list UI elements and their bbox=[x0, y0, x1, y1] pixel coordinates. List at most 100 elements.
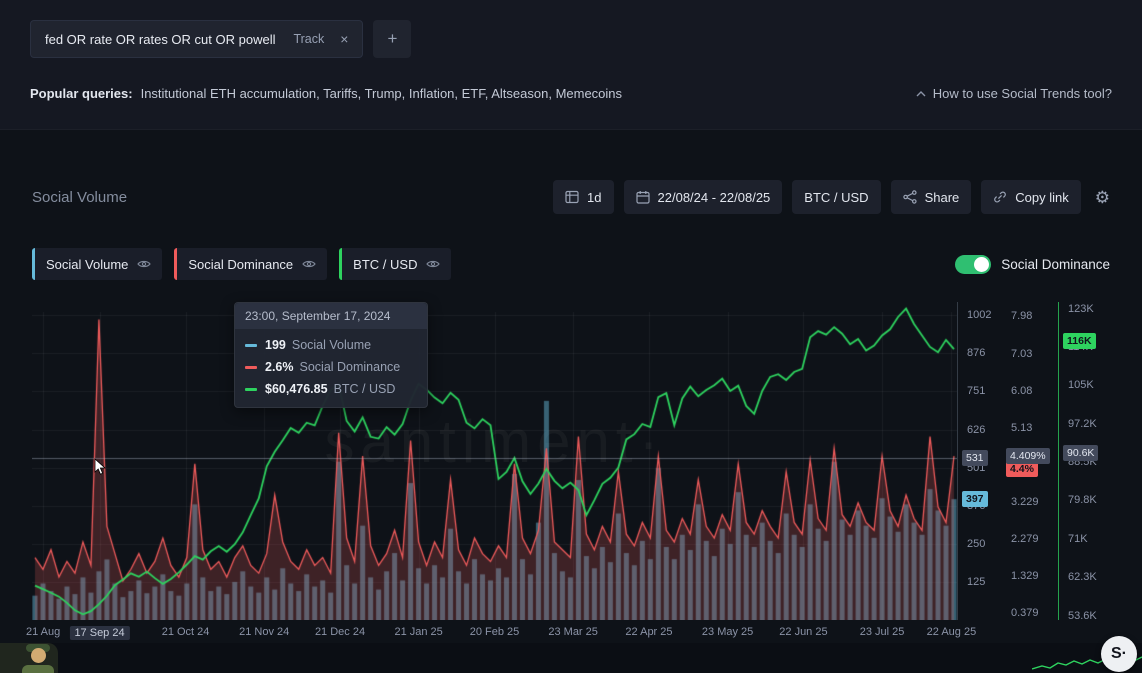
chart-controls: 1d 22/08/24 - 22/08/25 BTC / USD Share C… bbox=[553, 180, 1110, 214]
toggle-label: Social Dominance bbox=[1001, 257, 1110, 272]
share-button[interactable]: Share bbox=[891, 180, 972, 214]
tooltip-label: BTC / USD bbox=[334, 382, 396, 396]
x-axis: 21 Aug17 Sep 2421 Oct 2421 Nov 2421 Dec … bbox=[32, 620, 957, 642]
latest-value-volume: 397 bbox=[962, 491, 988, 507]
add-query-button[interactable]: + bbox=[373, 20, 411, 58]
eye-icon[interactable] bbox=[302, 259, 316, 269]
axis-tick: 5.13 bbox=[1011, 422, 1032, 434]
y-axis-social-dominance: 4.409% 4.4% 0.3791.3292.2793.2295.136.08… bbox=[1002, 302, 1058, 620]
legend-label: Social Dominance bbox=[188, 257, 293, 272]
help-link[interactable]: How to use Social Trends tool? bbox=[916, 86, 1112, 101]
series-dash-btc-usd bbox=[245, 388, 257, 391]
axis-tick: 71K bbox=[1068, 533, 1088, 545]
legend-chip-social-dominance[interactable]: Social Dominance bbox=[174, 248, 327, 280]
x-axis-label: 21 Nov 24 bbox=[239, 626, 289, 638]
series-dash-social-volume bbox=[245, 344, 257, 347]
y-axis-btc-usd: 90.6K 116K 53.6K62.3K71K79.8K88.5K97.2K1… bbox=[1058, 302, 1110, 620]
share-icon bbox=[903, 190, 917, 204]
top-bar: fed OR rate OR rates OR cut OR powell Tr… bbox=[0, 0, 1142, 130]
avatar-head bbox=[31, 648, 46, 663]
tooltip-body: 199 Social Volume 2.6% Social Dominance … bbox=[235, 329, 427, 407]
link-icon bbox=[993, 190, 1007, 204]
x-axis-label-highlighted: 17 Sep 24 bbox=[69, 626, 129, 640]
x-axis-label: 23 May 25 bbox=[702, 626, 753, 638]
tooltip-value: 2.6% bbox=[265, 360, 294, 374]
axis-tick: 7.03 bbox=[1011, 348, 1032, 360]
date-range-selector[interactable]: 22/08/24 - 22/08/25 bbox=[624, 180, 783, 214]
tooltip-value: $60,476.85 bbox=[265, 382, 328, 396]
latest-value-btc: 116K bbox=[1063, 333, 1096, 349]
legend-label: Social Volume bbox=[46, 257, 128, 272]
social-dominance-toggle-wrap: Social Dominance bbox=[955, 255, 1110, 274]
pair-value: BTC / USD bbox=[804, 190, 868, 205]
interval-icon bbox=[565, 190, 579, 204]
page: fed OR rate OR rates OR cut OR powell Tr… bbox=[0, 0, 1142, 673]
legend-label: BTC / USD bbox=[353, 257, 417, 272]
toggle-knob bbox=[974, 257, 989, 272]
share-label: Share bbox=[925, 190, 960, 205]
axis-tick: 53.6K bbox=[1068, 610, 1097, 622]
x-axis-label: 21 Oct 24 bbox=[162, 626, 210, 638]
pair-selector[interactable]: BTC / USD bbox=[792, 180, 880, 214]
calendar-icon bbox=[636, 190, 650, 204]
footer-strip bbox=[0, 643, 1142, 673]
interval-value: 1d bbox=[587, 190, 601, 205]
social-dominance-toggle[interactable] bbox=[955, 255, 991, 274]
axis-tick: 3.229 bbox=[1011, 496, 1039, 508]
axis-tick: 125 bbox=[967, 576, 985, 588]
axis-tick: 7.98 bbox=[1011, 310, 1032, 322]
crosshair-value-dominance: 4.409% bbox=[1006, 448, 1050, 464]
panel-title: Social Volume bbox=[32, 189, 127, 206]
avatar-body bbox=[22, 665, 54, 673]
chart-area: santiment· 23:00, September 17, 2024 199… bbox=[32, 302, 1110, 620]
panel-header: Social Volume 1d 22/08/24 - 22/08/25 BTC… bbox=[32, 180, 1110, 214]
chart-tooltip: 23:00, September 17, 2024 199 Social Vol… bbox=[234, 302, 428, 408]
tooltip-row: 2.6% Social Dominance bbox=[235, 356, 427, 378]
legend-chip-btc-usd[interactable]: BTC / USD bbox=[339, 248, 451, 280]
axis-tick: 876 bbox=[967, 347, 985, 359]
eye-icon[interactable] bbox=[137, 259, 151, 269]
plot-area: santiment· 23:00, September 17, 2024 199… bbox=[32, 302, 957, 620]
chevron-up-icon bbox=[916, 91, 926, 97]
interval-selector[interactable]: 1d bbox=[553, 180, 613, 214]
track-button[interactable]: Track bbox=[293, 32, 324, 46]
crosshair-value-volume: 531 bbox=[962, 450, 988, 466]
axis-tick: 105K bbox=[1068, 379, 1094, 391]
tooltip-label: Social Volume bbox=[292, 338, 371, 352]
axis-tick: 62.3K bbox=[1068, 571, 1097, 583]
copy-link-button[interactable]: Copy link bbox=[981, 180, 1080, 214]
legend-chip-social-volume[interactable]: Social Volume bbox=[32, 248, 162, 280]
x-axis-label: 21 Jan 25 bbox=[394, 626, 442, 638]
x-axis-label: 21 Aug bbox=[26, 626, 60, 638]
query-text: fed OR rate OR rates OR cut OR powell bbox=[45, 32, 275, 47]
popular-queries-row: Popular queries: Institutional ETH accum… bbox=[30, 86, 1112, 101]
chart-canvas[interactable] bbox=[32, 302, 957, 620]
axis-tick: 6.08 bbox=[1011, 385, 1032, 397]
gear-icon[interactable]: ⚙ bbox=[1095, 189, 1110, 206]
x-axis-label: 23 Jul 25 bbox=[860, 626, 905, 638]
axis-tick: 626 bbox=[967, 424, 985, 436]
axis-tick: 97.2K bbox=[1068, 418, 1097, 430]
crosshair-value-btc: 90.6K bbox=[1063, 445, 1098, 461]
tooltip-value: 199 bbox=[265, 338, 286, 352]
popular-queries-label: Popular queries: bbox=[30, 86, 133, 101]
help-link-label: How to use Social Trends tool? bbox=[933, 86, 1112, 101]
x-axis-label: 21 Dec 24 bbox=[315, 626, 365, 638]
eye-icon[interactable] bbox=[426, 259, 440, 269]
x-axis-label: 22 Aug 25 bbox=[927, 626, 977, 638]
chart-panel: Social Volume 1d 22/08/24 - 22/08/25 BTC… bbox=[0, 180, 1142, 642]
x-axis-label: 23 Mar 25 bbox=[548, 626, 598, 638]
series-dash-social-dominance bbox=[245, 366, 257, 369]
tooltip-timestamp: 23:00, September 17, 2024 bbox=[235, 303, 427, 329]
x-axis-label: 22 Apr 25 bbox=[625, 626, 672, 638]
tooltip-label: Social Dominance bbox=[300, 360, 401, 374]
tooltip-row: 199 Social Volume bbox=[235, 334, 427, 356]
tooltip-row: $60,476.85 BTC / USD bbox=[235, 378, 427, 400]
x-axis-label: 20 Feb 25 bbox=[470, 626, 520, 638]
axis-tick: 79.8K bbox=[1068, 494, 1097, 506]
santiment-logo-button[interactable]: S· bbox=[1101, 636, 1137, 672]
close-icon[interactable]: × bbox=[340, 31, 348, 47]
query-chip-row: fed OR rate OR rates OR cut OR powell Tr… bbox=[30, 20, 1112, 58]
query-chip[interactable]: fed OR rate OR rates OR cut OR powell Tr… bbox=[30, 20, 363, 58]
popular-queries-list[interactable]: Institutional ETH accumulation, Tariffs,… bbox=[141, 86, 622, 101]
